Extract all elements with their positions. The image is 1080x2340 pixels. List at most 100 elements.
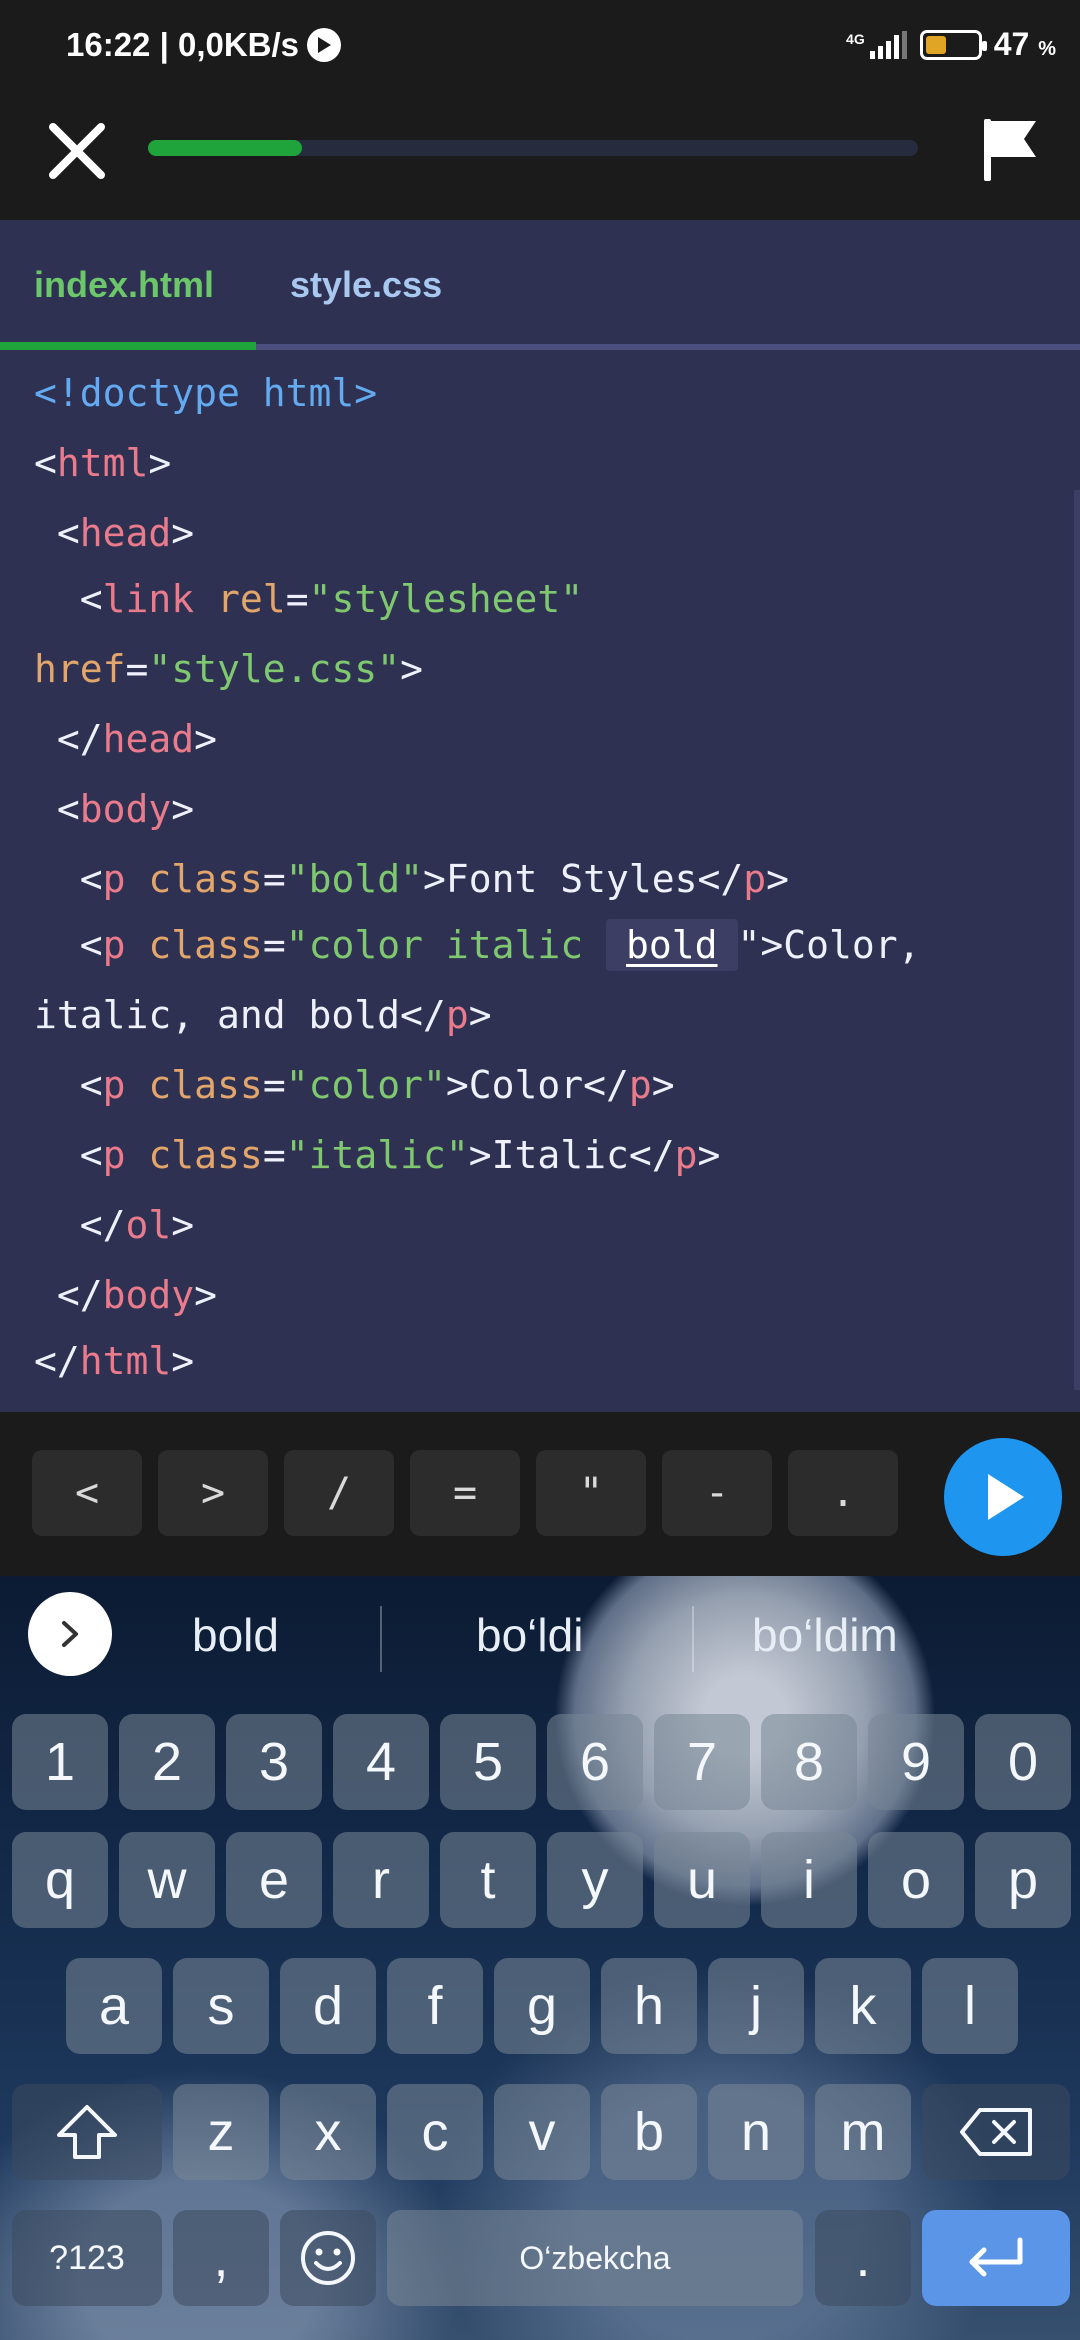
punct: >	[400, 647, 423, 691]
key-q[interactable]: q	[12, 1832, 108, 1928]
text-token: italic, and bold</	[34, 993, 446, 1037]
punct: <	[34, 787, 80, 831]
key-x[interactable]: x	[280, 2084, 376, 2180]
space-key[interactable]: O‘zbekcha	[387, 2210, 803, 2306]
suggestion-3[interactable]: bo‘ldim	[752, 1608, 898, 1662]
key-r[interactable]: r	[333, 1832, 429, 1928]
backspace-key[interactable]	[922, 2084, 1070, 2180]
status-right: 4G 47 %	[846, 26, 1056, 63]
symbols-key[interactable]: ?123	[12, 2210, 162, 2306]
key-v[interactable]: v	[494, 2084, 590, 2180]
key-a[interactable]: a	[66, 1958, 162, 2054]
key-w[interactable]: w	[119, 1832, 215, 1928]
run-code-button[interactable]	[944, 1438, 1062, 1556]
tab-index-html[interactable]: index.html	[34, 264, 214, 306]
key-j[interactable]: j	[708, 1958, 804, 2054]
symbol-key-dash[interactable]: -	[662, 1450, 772, 1536]
code-editor[interactable]: index.html style.css <!doctype html> <ht…	[0, 220, 1080, 1412]
shift-key[interactable]	[12, 2084, 162, 2180]
key-n[interactable]: n	[708, 2084, 804, 2180]
code-line-2: <html>	[34, 440, 171, 486]
key-2[interactable]: 2	[119, 1714, 215, 1810]
key-p[interactable]: p	[975, 1832, 1071, 1928]
key-3[interactable]: 3	[226, 1714, 322, 1810]
symbol-key-gt[interactable]: >	[158, 1450, 268, 1536]
key-7[interactable]: 7	[654, 1714, 750, 1810]
suggestion-2[interactable]: bo‘ldi	[476, 1608, 583, 1662]
key-t[interactable]: t	[440, 1832, 536, 1928]
symbol-key-quote[interactable]: "	[536, 1450, 646, 1536]
punct: </	[34, 1273, 103, 1317]
tab-style-css[interactable]: style.css	[290, 264, 442, 306]
symbol-bar: < > / = " - .	[0, 1412, 1080, 1576]
chevron-right-icon	[62, 1621, 78, 1647]
code-line-7: <body>	[34, 786, 194, 832]
string-token: "color"	[285, 1063, 446, 1107]
time-and-speed: 16:22 | 0,0KB/s	[66, 26, 300, 63]
key-b[interactable]: b	[601, 2084, 697, 2180]
code-line-6: </head>	[34, 716, 217, 762]
report-flag-button[interactable]	[970, 110, 1050, 190]
key-z[interactable]: z	[173, 2084, 269, 2180]
tag-token: p	[628, 1063, 652, 1107]
battery-icon	[919, 29, 987, 60]
symbol-key-period[interactable]: .	[788, 1450, 898, 1536]
key-h[interactable]: h	[601, 1958, 697, 2054]
text-token: >Color</	[445, 1063, 629, 1107]
code-line-5: href="style.css">	[34, 646, 423, 692]
symbol-key-slash[interactable]: /	[284, 1450, 394, 1536]
key-f[interactable]: f	[387, 1958, 483, 2054]
code-line-8: <p class="bold">Font Styles</p>	[34, 856, 789, 902]
key-0[interactable]: 0	[975, 1714, 1071, 1810]
expand-toolbar-button[interactable]	[28, 1592, 112, 1676]
string-token: "color italic	[285, 923, 606, 967]
key-s[interactable]: s	[173, 1958, 269, 2054]
lesson-progress-bar	[148, 140, 918, 156]
key-6[interactable]: 6	[547, 1714, 643, 1810]
flag-icon	[984, 119, 1036, 181]
comma-key[interactable]: ,	[173, 2210, 269, 2306]
tag-token: body	[79, 787, 172, 831]
key-i[interactable]: i	[761, 1832, 857, 1928]
code-line-10: italic, and bold</p>	[34, 992, 492, 1038]
signal-icon: 4G	[846, 30, 908, 59]
tag-token: body	[102, 1273, 195, 1317]
key-u[interactable]: u	[654, 1832, 750, 1928]
tag-token: p	[102, 1063, 126, 1107]
key-y[interactable]: y	[547, 1832, 643, 1928]
punct: >	[468, 993, 492, 1037]
key-4[interactable]: 4	[333, 1714, 429, 1810]
key-k[interactable]: k	[815, 1958, 911, 2054]
key-1[interactable]: 1	[12, 1714, 108, 1810]
symbol-key-equals[interactable]: =	[410, 1450, 520, 1536]
key-9[interactable]: 9	[868, 1714, 964, 1810]
play-icon	[988, 1474, 1024, 1520]
key-8[interactable]: 8	[761, 1714, 857, 1810]
key-g[interactable]: g	[494, 1958, 590, 2054]
battery-unit: %	[1038, 38, 1056, 60]
punct: <	[34, 441, 57, 485]
lesson-top-bar	[0, 80, 1080, 220]
key-o[interactable]: o	[868, 1832, 964, 1928]
suggestion-1[interactable]: bold	[192, 1608, 279, 1662]
punct: >	[171, 1203, 195, 1247]
close-button[interactable]	[40, 114, 114, 188]
enter-key[interactable]	[922, 2210, 1070, 2306]
key-d[interactable]: d	[280, 1958, 376, 2054]
attr-token: class	[148, 857, 263, 901]
emoji-key[interactable]	[280, 2210, 376, 2306]
selected-word-highlight[interactable]: bold	[606, 919, 738, 971]
period-key[interactable]: .	[815, 2210, 911, 2306]
key-5[interactable]: 5	[440, 1714, 536, 1810]
text-token: >Italic</	[468, 1133, 675, 1177]
key-l[interactable]: l	[922, 1958, 1018, 2054]
battery-percent: 47 %	[994, 26, 1056, 63]
editor-scrollbar[interactable]	[1074, 490, 1080, 1390]
symbol-key-lt[interactable]: <	[32, 1450, 142, 1536]
key-e[interactable]: e	[226, 1832, 322, 1928]
key-m[interactable]: m	[815, 2084, 911, 2180]
code-line-3: <head>	[34, 510, 194, 556]
key-c[interactable]: c	[387, 2084, 483, 2180]
